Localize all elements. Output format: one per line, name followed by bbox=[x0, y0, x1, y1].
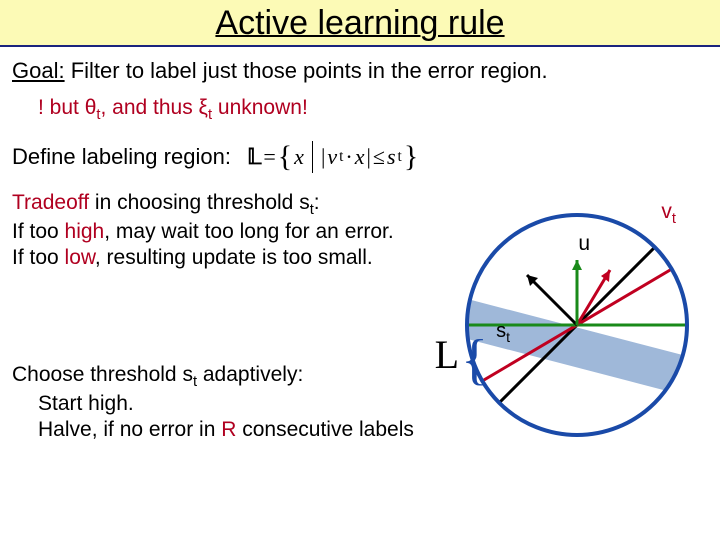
st-label: st bbox=[496, 320, 510, 345]
title-bar: Active learning rule bbox=[0, 0, 720, 47]
tradeoff-line1: Tradeoff in choosing threshold st: bbox=[12, 190, 432, 220]
define-row: Define labeling region: 𝕃 = { x |vt · x|… bbox=[12, 138, 708, 176]
tradeoff-line3: If too low, resulting update is too smal… bbox=[12, 245, 432, 271]
tradeoff-line2: If too high, may wait too long for an er… bbox=[12, 219, 432, 245]
vt-label: vt bbox=[661, 200, 676, 227]
define-label: Define labeling region: bbox=[12, 143, 231, 171]
L-brace-label: L{ bbox=[435, 328, 488, 392]
circle-diagram bbox=[452, 200, 702, 450]
u-label: u bbox=[578, 232, 590, 256]
goal-text: Filter to label just those points in the… bbox=[65, 58, 548, 83]
goal-line: Goal: Filter to label just those points … bbox=[12, 57, 708, 85]
formula: 𝕃 = { x |vt · x| ≤ st } bbox=[247, 138, 418, 176]
slide-title: Active learning rule bbox=[0, 4, 720, 43]
goal-prefix: Goal: bbox=[12, 58, 65, 83]
warning-line: ! but θt, and thus ξt unknown! bbox=[38, 95, 708, 125]
tradeoff-block: Tradeoff in choosing threshold st: If to… bbox=[12, 190, 432, 272]
